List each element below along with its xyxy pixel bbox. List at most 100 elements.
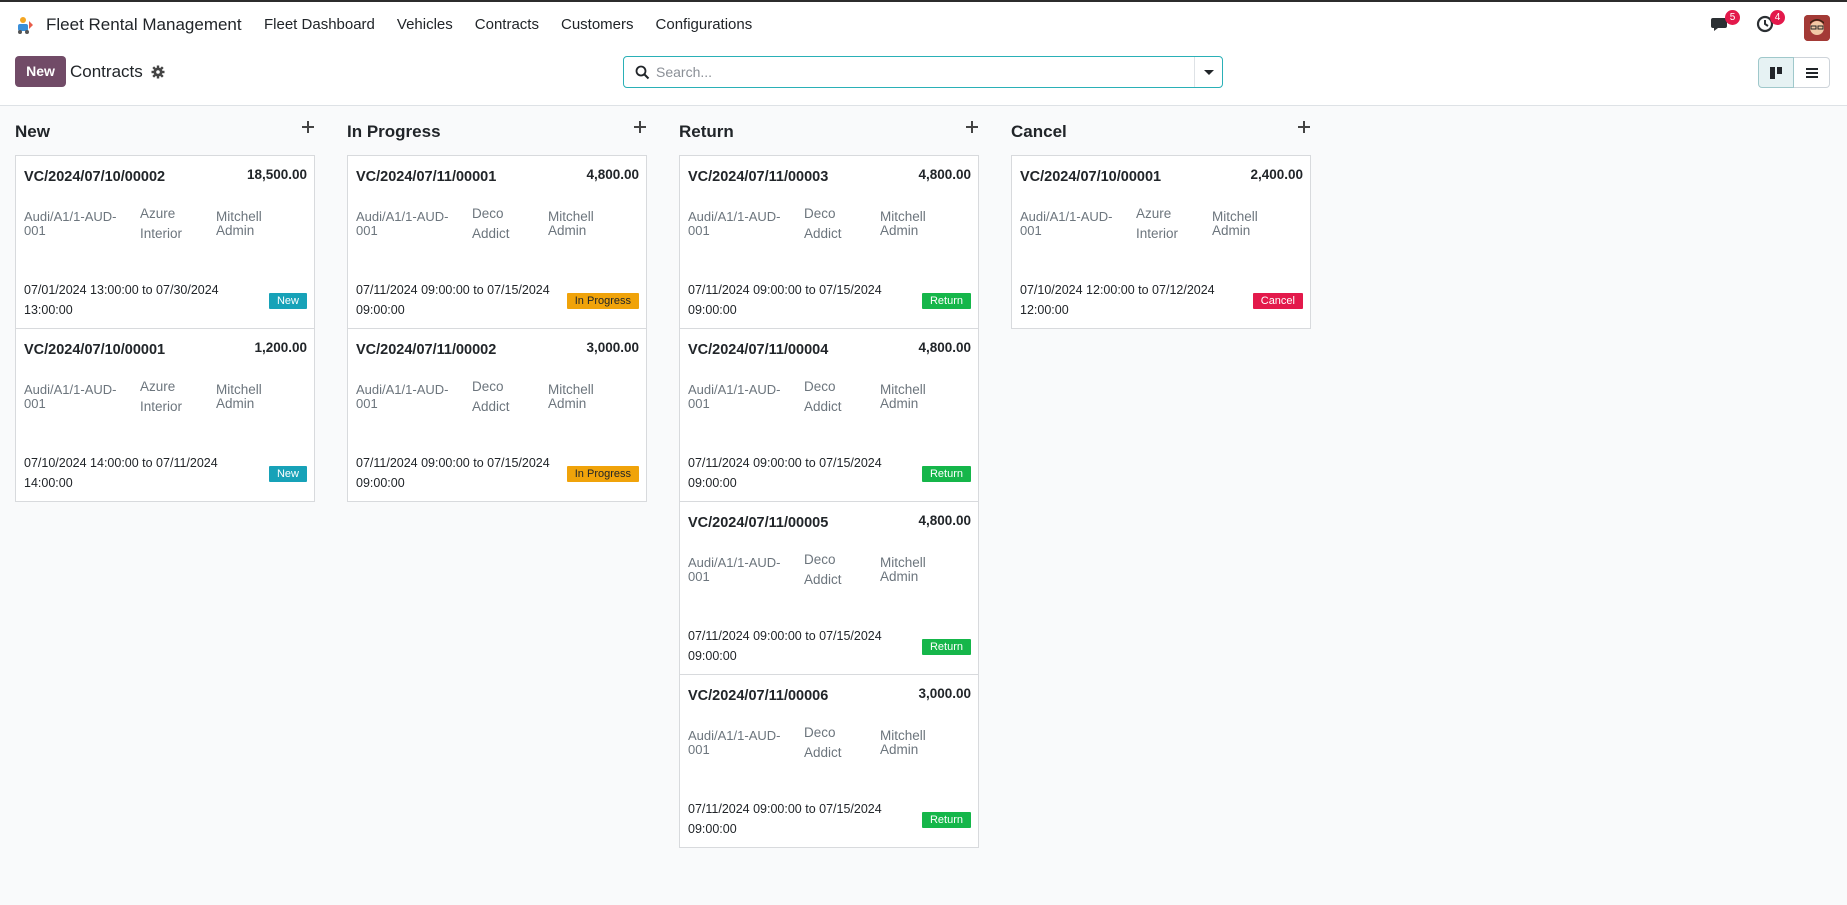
contract-amount: 4,800.00 [918, 167, 971, 182]
activities-badge: 4 [1770, 10, 1785, 25]
menu-contracts[interactable]: Contracts [475, 16, 539, 33]
contract-reference: VC/2024/07/11/00005 [688, 515, 829, 531]
contract-card[interactable]: VC/2024/07/10/00001 1,200.00 Audi/A1/1-A… [15, 328, 315, 502]
status-badge: In Progress [566, 293, 639, 309]
column-header: Cancel [1011, 106, 1311, 156]
customer-name: Deco Addict [804, 552, 842, 587]
customer-name: Azure Interior [140, 379, 183, 414]
column-header: New [15, 106, 315, 156]
list-view-button[interactable] [1794, 57, 1830, 88]
contract-reference: VC/2024/07/10/00001 [1020, 169, 1162, 185]
status-badge: Return [921, 639, 971, 655]
responsible-user: Mitchell Admin [880, 209, 926, 238]
search-icon [635, 65, 650, 80]
vehicle-name: Audi/A1/1-AUD-001 [24, 382, 117, 411]
contract-amount: 18,500.00 [246, 167, 307, 182]
vehicle-name: Audi/A1/1-AUD-001 [688, 209, 781, 238]
fleet-app-icon[interactable] [14, 15, 36, 37]
column-title: Return [679, 122, 734, 141]
rental-period: 07/11/2024 09:00:00 to 07/15/2024 09:00:… [356, 456, 550, 490]
app-name[interactable]: Fleet Rental Management [46, 15, 242, 35]
plus-icon[interactable] [633, 120, 647, 134]
contract-card[interactable]: VC/2024/07/10/00001 2,400.00 Audi/A1/1-A… [1011, 155, 1311, 329]
new-button[interactable]: New [15, 56, 66, 87]
plus-icon[interactable] [1297, 120, 1311, 134]
status-badge: Return [921, 293, 971, 309]
responsible-user: Mitchell Admin [548, 382, 594, 411]
customer-name: Azure Interior [1136, 206, 1179, 241]
contract-reference: VC/2024/07/11/00003 [688, 169, 829, 185]
rental-period: 07/11/2024 09:00:00 to 07/15/2024 09:00:… [688, 456, 882, 490]
vehicle-name: Audi/A1/1-AUD-001 [688, 728, 781, 757]
gear-icon[interactable] [151, 65, 165, 79]
search-bar [623, 56, 1223, 88]
responsible-user: Mitchell Admin [548, 209, 594, 238]
column-header: Return [679, 106, 979, 156]
caret-down-icon [1204, 70, 1214, 75]
contract-card[interactable]: VC/2024/07/11/00002 3,000.00 Audi/A1/1-A… [347, 328, 647, 502]
contract-card[interactable]: VC/2024/07/11/00003 4,800.00 Audi/A1/1-A… [679, 155, 979, 329]
contract-amount: 4,800.00 [918, 513, 971, 528]
view-switcher [1758, 57, 1830, 88]
rental-period: 07/11/2024 09:00:00 to 07/15/2024 09:00:… [688, 802, 882, 836]
status-badge: New [268, 466, 307, 482]
vehicle-name: Audi/A1/1-AUD-001 [688, 382, 781, 411]
plus-icon[interactable] [965, 120, 979, 134]
messages-tray[interactable]: 5 [1711, 10, 1740, 36]
rental-period: 07/10/2024 14:00:00 to 07/11/2024 14:00:… [24, 456, 218, 490]
contract-reference: VC/2024/07/10/00002 [24, 169, 166, 185]
contract-reference: VC/2024/07/11/00002 [356, 342, 497, 358]
column-title: In Progress [347, 122, 441, 141]
responsible-user: Mitchell Admin [1212, 209, 1258, 238]
contract-card[interactable]: VC/2024/07/11/00005 4,800.00 Audi/A1/1-A… [679, 501, 979, 675]
column-in-progress: In Progress VC/2024/07/11/00001 4,800.00… [347, 106, 647, 502]
control-panel: New Contracts [0, 48, 1847, 106]
contract-amount: 3,000.00 [586, 340, 639, 355]
activities-tray[interactable]: 4 [1756, 10, 1785, 36]
customer-name: Deco Addict [472, 379, 510, 414]
kanban-board: New VC/2024/07/10/00002 18,500.00 Audi/A… [0, 106, 1847, 905]
column-header: In Progress [347, 106, 647, 156]
responsible-user: Mitchell Admin [880, 382, 926, 411]
column-title: New [15, 122, 50, 141]
menu-configurations[interactable]: Configurations [656, 16, 753, 33]
menu-customers[interactable]: Customers [561, 16, 634, 33]
menu-fleet-dashboard[interactable]: Fleet Dashboard [264, 16, 375, 33]
customer-name: Deco Addict [804, 206, 842, 241]
list-icon [1805, 67, 1818, 78]
page-title: Contracts [70, 62, 143, 81]
responsible-user: Mitchell Admin [880, 728, 926, 757]
responsible-user: Mitchell Admin [216, 382, 262, 411]
status-badge: Return [921, 466, 971, 482]
status-badge: Return [921, 812, 971, 828]
customer-name: Azure Interior [140, 206, 183, 241]
contract-card[interactable]: VC/2024/07/11/00004 4,800.00 Audi/A1/1-A… [679, 328, 979, 502]
customer-name: Deco Addict [804, 725, 842, 760]
contract-reference: VC/2024/07/11/00001 [356, 169, 497, 185]
user-avatar[interactable] [1804, 15, 1830, 41]
column-cancel: Cancel VC/2024/07/10/00001 2,400.00 Audi… [1011, 106, 1311, 329]
contract-card[interactable]: VC/2024/07/11/00001 4,800.00 Audi/A1/1-A… [347, 155, 647, 329]
vehicle-name: Audi/A1/1-AUD-001 [1020, 209, 1113, 238]
rental-period: 07/11/2024 09:00:00 to 07/15/2024 09:00:… [356, 283, 550, 317]
rental-period: 07/11/2024 09:00:00 to 07/15/2024 09:00:… [688, 629, 882, 663]
kanban-view-button[interactable] [1758, 57, 1794, 88]
customer-name: Deco Addict [472, 206, 510, 241]
kanban-icon [1770, 66, 1782, 79]
status-badge: New [268, 293, 307, 309]
vehicle-name: Audi/A1/1-AUD-001 [356, 382, 449, 411]
status-badge: Cancel [1252, 293, 1303, 309]
rental-period: 07/11/2024 09:00:00 to 07/15/2024 09:00:… [688, 283, 882, 317]
rental-period: 07/10/2024 12:00:00 to 07/12/2024 12:00:… [1020, 283, 1215, 317]
top-menu: Fleet Dashboard Vehicles Contracts Custo… [264, 16, 774, 33]
search-options-toggle[interactable] [1194, 57, 1222, 87]
plus-icon[interactable] [301, 120, 315, 134]
contract-card[interactable]: VC/2024/07/11/00006 3,000.00 Audi/A1/1-A… [679, 674, 979, 848]
customer-name: Deco Addict [804, 379, 842, 414]
menu-vehicles[interactable]: Vehicles [397, 16, 453, 33]
contract-card[interactable]: VC/2024/07/10/00002 18,500.00 Audi/A1/1-… [15, 155, 315, 329]
contract-reference: VC/2024/07/11/00004 [688, 342, 829, 358]
search-input[interactable] [656, 60, 1196, 84]
column-title: Cancel [1011, 122, 1067, 141]
contract-amount: 1,200.00 [254, 340, 307, 355]
